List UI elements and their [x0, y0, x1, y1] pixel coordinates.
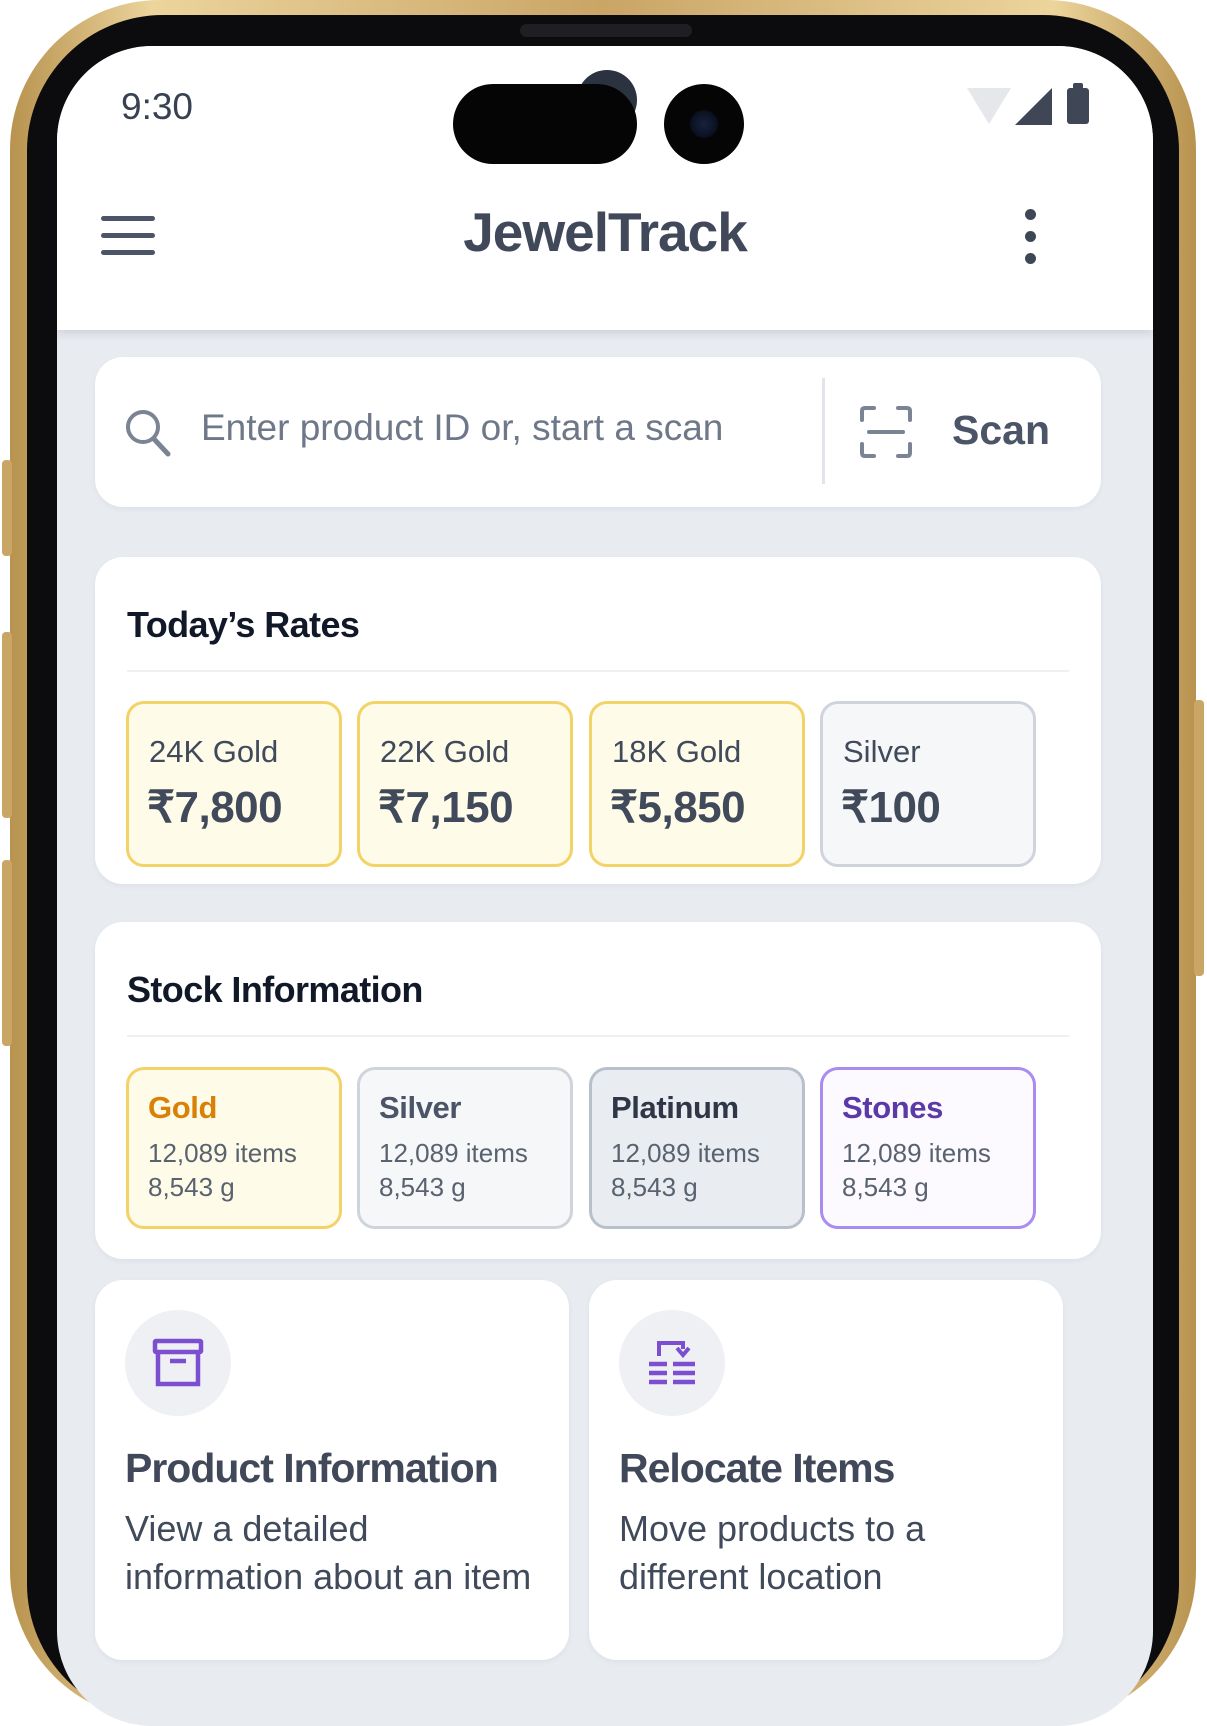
rate-tile-18k-gold[interactable]: 18K Gold ₹5,850: [589, 701, 805, 867]
scan-button[interactable]: Scan: [952, 407, 1050, 454]
rate-value: ₹7,800: [147, 783, 283, 832]
battery-icon: [1067, 83, 1089, 124]
stock-item-count: 12,089 items: [148, 1138, 297, 1168]
relocate-stack-icon: [619, 1310, 725, 1416]
status-icons: [967, 83, 1089, 134]
stock-name: Gold: [148, 1090, 217, 1125]
stock-weight: 8,543 g: [842, 1172, 929, 1202]
action-description: Move products to a different location: [619, 1508, 926, 1597]
side-button: [2, 860, 12, 1046]
product-information-card[interactable]: Product Information View a detailed info…: [95, 1280, 569, 1660]
relocate-items-card[interactable]: Relocate Items Move products to a differ…: [589, 1280, 1063, 1660]
side-button: [1194, 700, 1204, 976]
stock-information-card: Stock Information Gold 12,089 items 8,54…: [95, 922, 1101, 1259]
signal-icon: [1015, 88, 1052, 125]
app-title: JewelTrack: [463, 201, 748, 263]
stock-item-count: 12,089 items: [611, 1138, 760, 1168]
action-description: View a detailed information about an ite…: [125, 1508, 532, 1597]
search-bar: Enter product ID or, start a scan Scan: [95, 357, 1101, 507]
stock-weight: 8,543 g: [148, 1172, 235, 1202]
rate-name: 22K Gold: [380, 734, 510, 769]
search-divider: [822, 378, 825, 484]
earpiece-speaker: [520, 24, 692, 37]
stock-tile-stones[interactable]: Stones 12,089 items 8,543 g: [820, 1067, 1036, 1229]
rate-name: 24K Gold: [149, 734, 279, 769]
rate-value: ₹7,150: [378, 783, 514, 832]
dynamic-island: [453, 84, 637, 164]
stock-name: Silver: [379, 1090, 462, 1125]
stock-title: Stock Information: [127, 969, 423, 1010]
action-title: Relocate Items: [619, 1445, 895, 1491]
archive-box-icon: [125, 1310, 231, 1416]
search-icon: [125, 409, 171, 457]
app-header: 9:30 JewelTrack: [57, 46, 1153, 330]
stock-item-count: 12,089 items: [379, 1138, 528, 1168]
status-time: 9:30: [121, 86, 194, 127]
rates-title: Today’s Rates: [127, 604, 360, 645]
rate-tile-22k-gold[interactable]: 22K Gold ₹7,150: [357, 701, 573, 867]
stock-weight: 8,543 g: [379, 1172, 466, 1202]
rate-tile-24k-gold[interactable]: 24K Gold ₹7,800: [126, 701, 342, 867]
front-camera: [664, 84, 744, 164]
phone-screen: 9:30 JewelTrack Enter product ID or, sta…: [57, 46, 1153, 1726]
action-title: Product Information: [125, 1445, 499, 1491]
side-button: [2, 460, 12, 556]
stock-name: Stones: [842, 1090, 943, 1125]
todays-rates-card: Today’s Rates 24K Gold ₹7,800 22K Gold ₹…: [95, 557, 1101, 884]
rate-value: ₹5,850: [610, 783, 746, 832]
kebab-menu-icon[interactable]: [1025, 209, 1037, 265]
search-input[interactable]: Enter product ID or, start a scan: [201, 407, 723, 449]
scan-frame-icon[interactable]: [859, 405, 913, 459]
stock-tile-platinum[interactable]: Platinum 12,089 items 8,543 g: [589, 1067, 805, 1229]
rate-name: Silver: [843, 734, 921, 769]
rate-tile-silver[interactable]: Silver ₹100: [820, 701, 1036, 867]
rate-name: 18K Gold: [612, 734, 742, 769]
stock-divider: [127, 1035, 1069, 1037]
rate-value: ₹100: [841, 783, 941, 832]
rates-divider: [127, 670, 1069, 672]
stock-weight: 8,543 g: [611, 1172, 698, 1202]
stock-tile-gold[interactable]: Gold 12,089 items 8,543 g: [126, 1067, 342, 1229]
wifi-icon: [967, 88, 1011, 124]
stock-name: Platinum: [611, 1090, 739, 1125]
stock-item-count: 12,089 items: [842, 1138, 991, 1168]
stock-tile-silver[interactable]: Silver 12,089 items 8,543 g: [357, 1067, 573, 1229]
side-button: [2, 632, 12, 818]
